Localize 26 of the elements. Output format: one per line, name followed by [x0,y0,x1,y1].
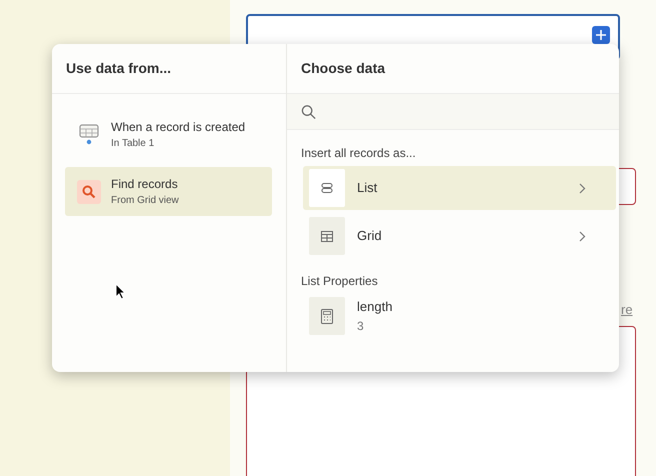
calculator-icon [321,308,333,324]
item-title: Find records [111,176,179,193]
list-icon [321,182,333,194]
mouse-cursor-icon [115,283,127,300]
item-subtitle: From Grid view [111,194,179,208]
section-heading: List Properties [300,273,379,290]
data-option[interactable]: List [303,166,616,210]
option-value: 3 [357,318,365,335]
data-option[interactable]: Grid [303,214,616,258]
plus-icon [595,29,607,41]
option-label: List [357,179,378,198]
option-label: length [357,298,392,316]
search-icon [82,184,96,198]
item-title: When a record is created [111,119,246,136]
section-heading: Insert all records as... [300,145,417,162]
table-icon [79,124,99,146]
option-label: Grid [357,227,382,246]
grid-icon [321,230,333,242]
search-field[interactable] [287,94,619,130]
data-option[interactable]: length 3 [303,294,616,338]
item-subtitle: In Table 1 [111,137,156,151]
column-title: Use data from... [52,44,286,94]
search-icon [301,104,316,120]
source-item[interactable]: Find records From Grid view [65,167,272,216]
add-button[interactable] [592,26,610,44]
source-item[interactable]: When a record is created In Table 1 [65,110,272,159]
